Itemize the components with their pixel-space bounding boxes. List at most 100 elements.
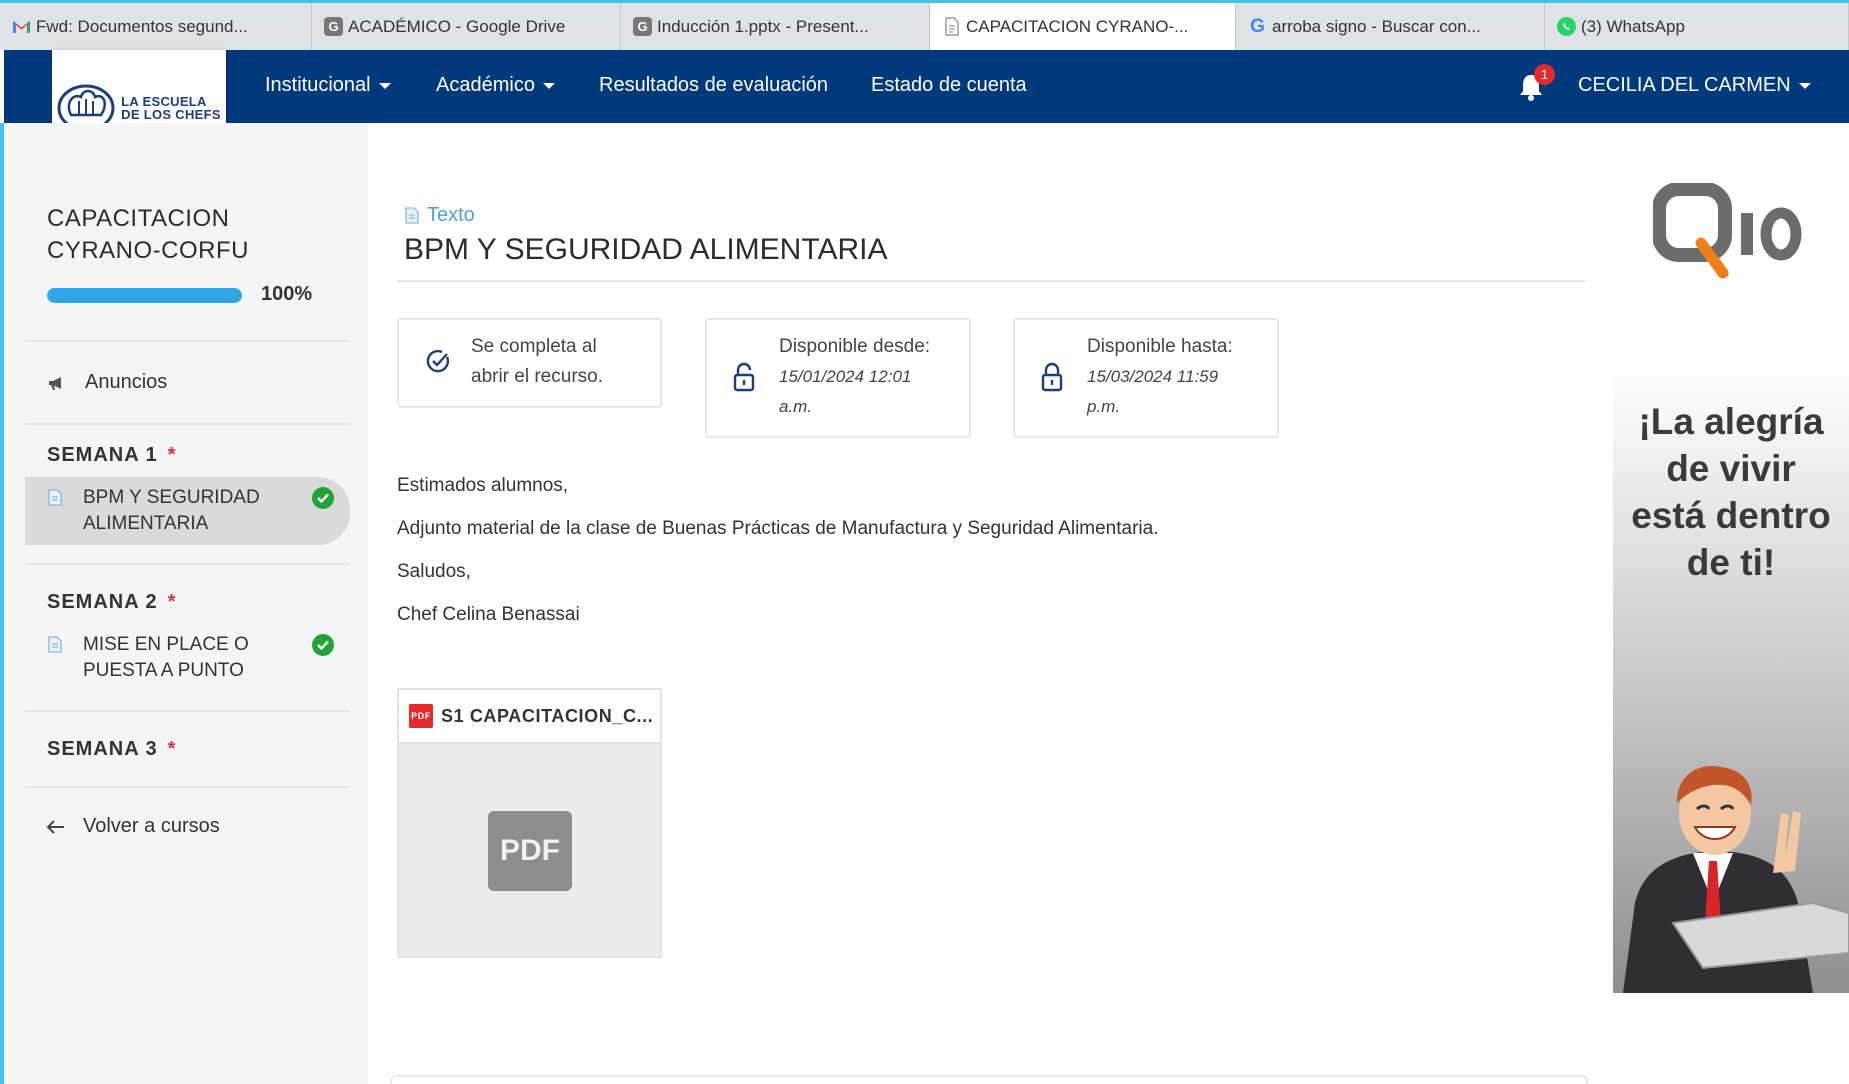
- browser-tab-google[interactable]: G arroba signo - Buscar con...: [1236, 3, 1545, 50]
- back-to-courses-link[interactable]: Volver a cursos: [47, 815, 220, 838]
- whatsapp-icon: [1557, 17, 1576, 36]
- lock-icon: [1041, 362, 1063, 392]
- user-menu[interactable]: CECILIA DEL CARMEN: [1578, 74, 1811, 97]
- tab-title: Inducción 1.pptx - Present...: [657, 16, 869, 36]
- pdf-preview-icon: PDF: [488, 811, 572, 891]
- divider: [25, 340, 350, 342]
- browser-tab-slides[interactable]: G Inducción 1.pptx - Present...: [621, 3, 930, 50]
- available-until-ampm: p.m.: [1087, 397, 1121, 416]
- ad-area-blank: [1613, 993, 1849, 1084]
- caret-down-icon: [542, 82, 555, 89]
- required-mark: *: [167, 444, 177, 466]
- nav-academico[interactable]: Académico: [436, 74, 555, 97]
- back-to-courses-label: Volver a cursos: [83, 815, 220, 837]
- completion-rule-text: Se completa al abrir el recurso.: [471, 332, 603, 392]
- lesson-bpm-seguridad-alimentaria[interactable]: BPM Y SEGURIDAD ALIMENTARIA: [25, 477, 350, 545]
- available-from-card: Disponible desde: 15/01/2024 12:01 a.m.: [705, 318, 971, 438]
- google-icon: G: [1250, 15, 1265, 37]
- nav-label: Académico: [436, 74, 535, 96]
- document-icon: [405, 207, 419, 224]
- available-until-label: Disponible hasta:: [1087, 336, 1233, 357]
- message-closing: Saludos,: [397, 561, 471, 582]
- attachment-header: PDF S1 CAPACITACION_C...: [399, 690, 660, 744]
- nav-institucional[interactable]: Institucional: [265, 74, 391, 97]
- message-greeting: Estimados alumnos,: [397, 475, 569, 496]
- lesson-title-line-1: MISE EN PLACE O: [83, 634, 249, 655]
- tab-title: CAPACITACION CYRANO-...: [966, 16, 1189, 36]
- available-from-date: 15/01/2024 12:01: [779, 367, 912, 386]
- week-label: SEMANA 1: [47, 444, 158, 466]
- ad-slogan-line: ¡La alegría: [1638, 401, 1824, 442]
- gmail-icon: [12, 17, 31, 36]
- tab-title: Fwd: Documentos segund...: [36, 16, 248, 36]
- q10-advertisement[interactable]: ¡La alegría de vivir está dentro de ti!: [1613, 123, 1849, 993]
- available-until-date: 15/03/2024 11:59: [1087, 367, 1219, 386]
- megaphone-icon: [49, 376, 61, 390]
- lesson-title-line-2: ALIMENTARIA: [83, 513, 209, 534]
- pdf-badge-icon: PDF: [409, 704, 433, 728]
- pdf-attachment[interactable]: PDF S1 CAPACITACION_C... PDF: [397, 688, 662, 958]
- week-label: SEMANA 3: [47, 738, 158, 760]
- available-until-text: Disponible hasta: 15/03/2024 11:59 p.m.: [1087, 332, 1233, 422]
- user-name: CECILIA DEL CARMEN: [1578, 74, 1791, 96]
- nav-estado-cuenta[interactable]: Estado de cuenta: [871, 74, 1027, 97]
- completion-line-2: abrir el recurso.: [471, 366, 603, 387]
- attachment-name: S1 CAPACITACION_C...: [441, 705, 654, 726]
- arrow-left-icon: [47, 819, 64, 834]
- browser-tab-course[interactable]: CAPACITACION CYRANO-...: [930, 3, 1236, 50]
- browser-tab-bar: Fwd: Documentos segund... G ACADÉMICO - …: [0, 0, 1849, 50]
- completion-rule-card: Se completa al abrir el recurso.: [397, 318, 662, 408]
- course-progress-label: 100%: [261, 283, 313, 305]
- resource-type: Texto: [405, 204, 475, 227]
- caret-down-icon: [378, 82, 391, 89]
- tab-title: ACADÉMICO - Google Drive: [348, 16, 566, 36]
- resource-type-label: Texto: [427, 204, 475, 226]
- course-sidebar: CAPACITACION CYRANO-CORFU 100% Anuncios …: [0, 123, 368, 1084]
- completed-check-icon: [312, 487, 334, 509]
- divider: [25, 710, 350, 712]
- browser-tab-gmail[interactable]: Fwd: Documentos segund...: [0, 3, 312, 50]
- week-1-header: SEMANA 1 *: [47, 444, 176, 467]
- tab-title: arroba signo - Buscar con...: [1272, 16, 1481, 36]
- week-label: SEMANA 2: [47, 591, 158, 613]
- lesson-title-line-1: BPM Y SEGURIDAD: [83, 487, 260, 508]
- page-title: BPM Y SEGURIDAD ALIMENTARIA: [404, 233, 888, 266]
- q10-logo: [1653, 183, 1802, 279]
- required-mark: *: [167, 738, 177, 760]
- week-3-header[interactable]: SEMANA 3 *: [47, 738, 176, 761]
- cartoon-businessman-illustration: [1623, 766, 1849, 993]
- logo-wordmark: LA ESCUELA DE LOS CHEFS: [121, 95, 221, 121]
- message-signature: Chef Celina Benassai: [397, 604, 580, 625]
- announcements-link[interactable]: Anuncios: [47, 371, 167, 394]
- g-icon: G: [633, 17, 652, 36]
- main-content: Texto BPM Y SEGURIDAD ALIMENTARIA Se com…: [368, 123, 1613, 1084]
- completion-line-1: Se completa al: [471, 336, 597, 357]
- tab-title: (3) WhatsApp: [1581, 16, 1685, 36]
- divider: [25, 786, 350, 788]
- message-body: Adjunto material de la clase de Buenas P…: [397, 518, 1159, 539]
- course-progress-fill: [47, 288, 242, 303]
- g-icon: G: [324, 17, 343, 36]
- course-title-line-1: CAPACITACION: [47, 205, 230, 232]
- divider: [397, 280, 1585, 282]
- divider: [25, 423, 350, 425]
- course-title-line-2: CYRANO-CORFU: [47, 237, 249, 264]
- caret-down-icon: [1798, 82, 1811, 89]
- course-progress-bar: [47, 288, 242, 303]
- nav-resultados-evaluacion[interactable]: Resultados de evaluación: [599, 74, 828, 97]
- lesson-mise-en-place[interactable]: MISE EN PLACE O PUESTA A PUNTO: [25, 624, 350, 692]
- available-until-card: Disponible hasta: 15/03/2024 11:59 p.m.: [1013, 318, 1279, 438]
- ad-slogan-line: de vivir: [1666, 448, 1796, 489]
- logo-line-2: DE LOS CHEFS: [121, 107, 221, 122]
- browser-tab-whatsapp[interactable]: (3) WhatsApp: [1545, 3, 1849, 50]
- document-icon: [48, 489, 62, 506]
- nav-label: Institucional: [265, 74, 371, 96]
- content-footer-box: [390, 1075, 1588, 1084]
- available-from-ampm: a.m.: [779, 397, 813, 416]
- unlock-icon: [733, 362, 755, 392]
- browser-tab-drive[interactable]: G ACADÉMICO - Google Drive: [312, 3, 621, 50]
- ad-slogan-line: de ti!: [1686, 542, 1776, 583]
- course-title: CAPACITACION CYRANO-CORFU: [47, 203, 249, 267]
- check-circle-icon: [426, 349, 450, 373]
- document-icon: [942, 17, 961, 36]
